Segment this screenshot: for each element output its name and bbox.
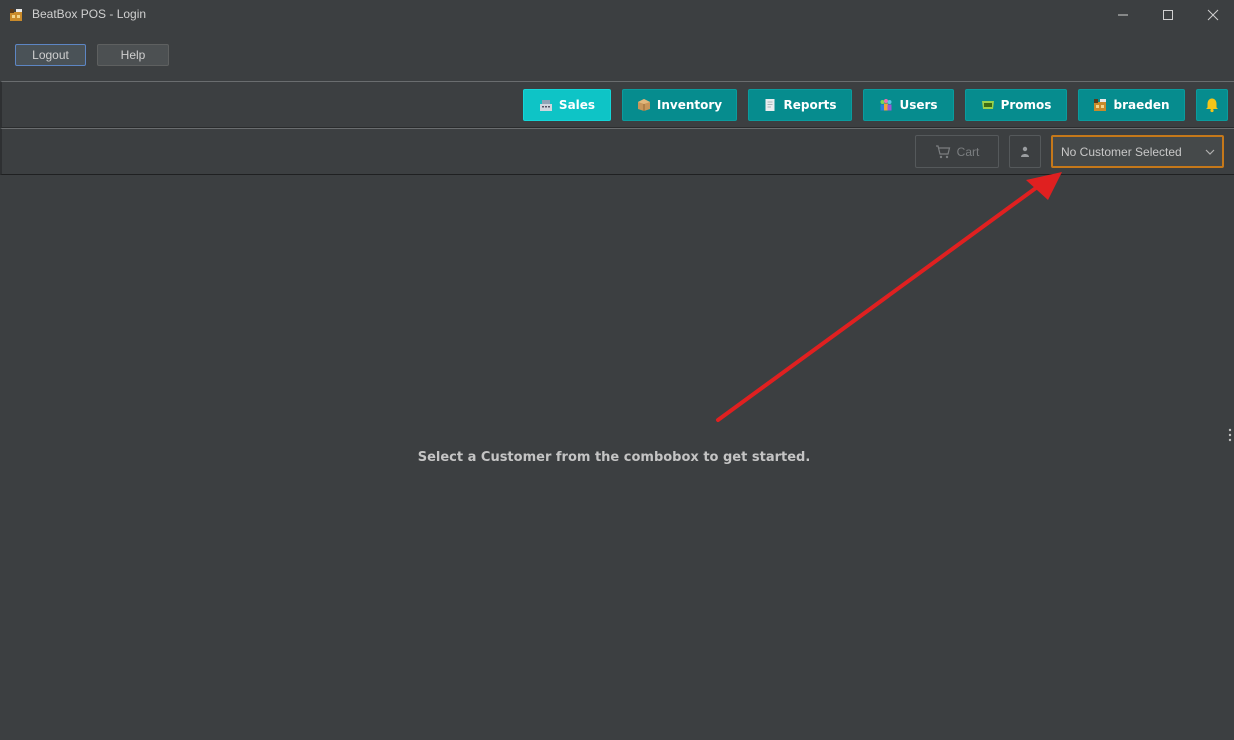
nav-reports-label: Reports xyxy=(783,98,837,112)
customer-combobox[interactable]: No Customer Selected xyxy=(1051,135,1224,168)
cart-icon xyxy=(935,144,950,158)
nav-users-label: Users xyxy=(899,98,938,112)
window-title: BeatBox POS - Login xyxy=(32,7,147,21)
users-icon xyxy=(880,99,892,111)
nav-user-label: braeden xyxy=(1113,98,1170,112)
nav-inventory-button[interactable]: Inventory xyxy=(622,89,737,121)
nav-inventory-label: Inventory xyxy=(656,98,723,112)
notifications-button[interactable] xyxy=(1196,89,1228,121)
maximize-button[interactable] xyxy=(1145,0,1191,30)
cart-button[interactable]: Cart xyxy=(915,135,999,168)
nav-reports-button[interactable]: Reports xyxy=(748,89,852,121)
bell-icon xyxy=(1206,98,1218,113)
person-icon xyxy=(1021,146,1029,157)
package-icon xyxy=(637,99,650,111)
nav-sales-button[interactable]: Sales xyxy=(523,89,611,121)
nav-users-button[interactable]: Users xyxy=(863,89,954,121)
minimize-button[interactable] xyxy=(1100,0,1146,30)
minimize-icon xyxy=(1118,14,1128,16)
cart-label: Cart xyxy=(956,144,980,159)
logout-button[interactable]: Logout xyxy=(15,44,86,66)
customer-bar: Cart No Customer Selected xyxy=(0,128,1234,175)
title-bar: BeatBox POS - Login xyxy=(0,0,1234,30)
nav-user-button[interactable]: braeden xyxy=(1078,89,1185,121)
app-icon xyxy=(10,9,22,21)
close-button[interactable] xyxy=(1190,0,1234,30)
document-icon xyxy=(765,99,775,111)
ticket-icon xyxy=(981,101,994,109)
close-icon xyxy=(1207,9,1219,21)
maximize-icon xyxy=(1163,10,1173,20)
resize-handle-icon[interactable] xyxy=(1228,428,1232,442)
cash-register-icon xyxy=(539,100,552,111)
cinema-icon xyxy=(1094,99,1107,111)
nav-sales-label: Sales xyxy=(558,98,596,112)
customer-combobox-value: No Customer Selected xyxy=(1061,144,1182,159)
nav-promos-label: Promos xyxy=(1000,98,1052,112)
get-started-message: Select a Customer from the combobox to g… xyxy=(417,450,811,465)
chevron-down-icon xyxy=(1205,149,1215,155)
nav-bar: Sales Inventory Reports Users Promos bra… xyxy=(0,81,1234,128)
customer-button[interactable] xyxy=(1009,135,1041,168)
help-button[interactable]: Help xyxy=(97,44,169,66)
nav-promos-button[interactable]: Promos xyxy=(965,89,1067,121)
